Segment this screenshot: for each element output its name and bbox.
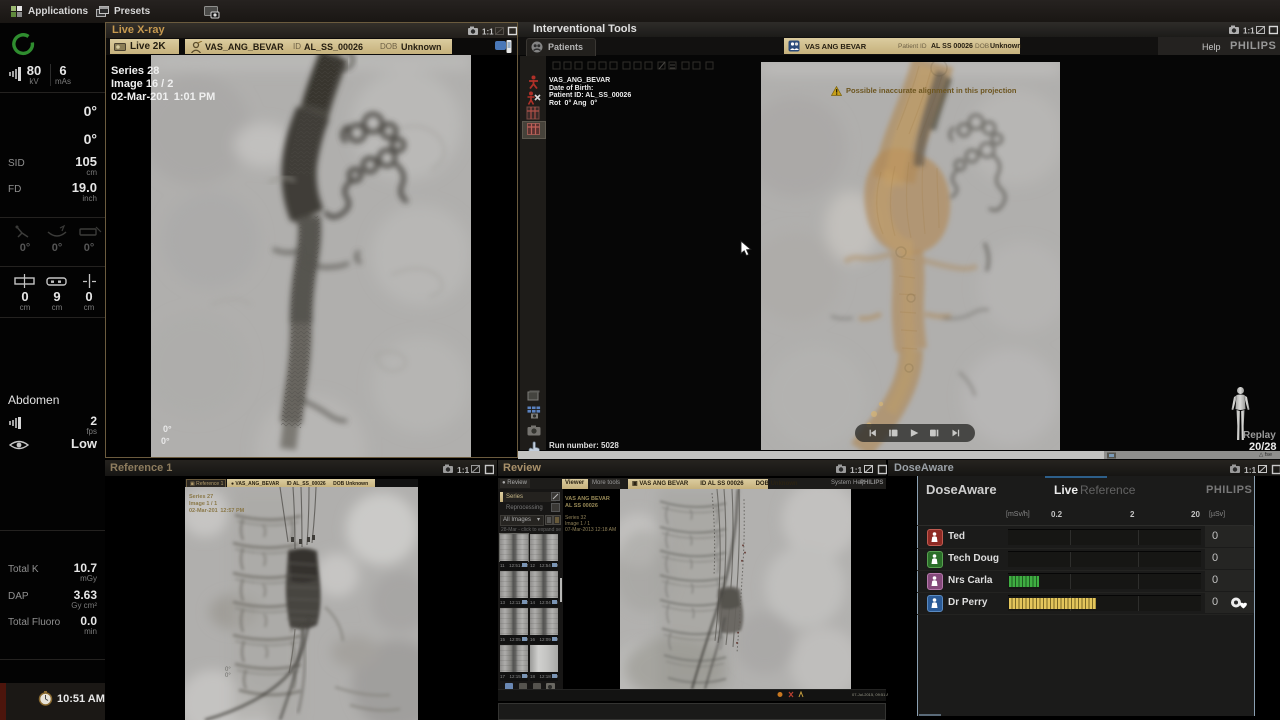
svg-text:1:1: 1:1 <box>1243 27 1255 36</box>
svg-text:1:1: 1:1 <box>1244 465 1257 475</box>
svg-text:1:1: 1:1 <box>850 465 863 475</box>
svg-text:1:1: 1:1 <box>457 465 470 475</box>
svg-text:1:1: 1:1 <box>482 28 494 37</box>
